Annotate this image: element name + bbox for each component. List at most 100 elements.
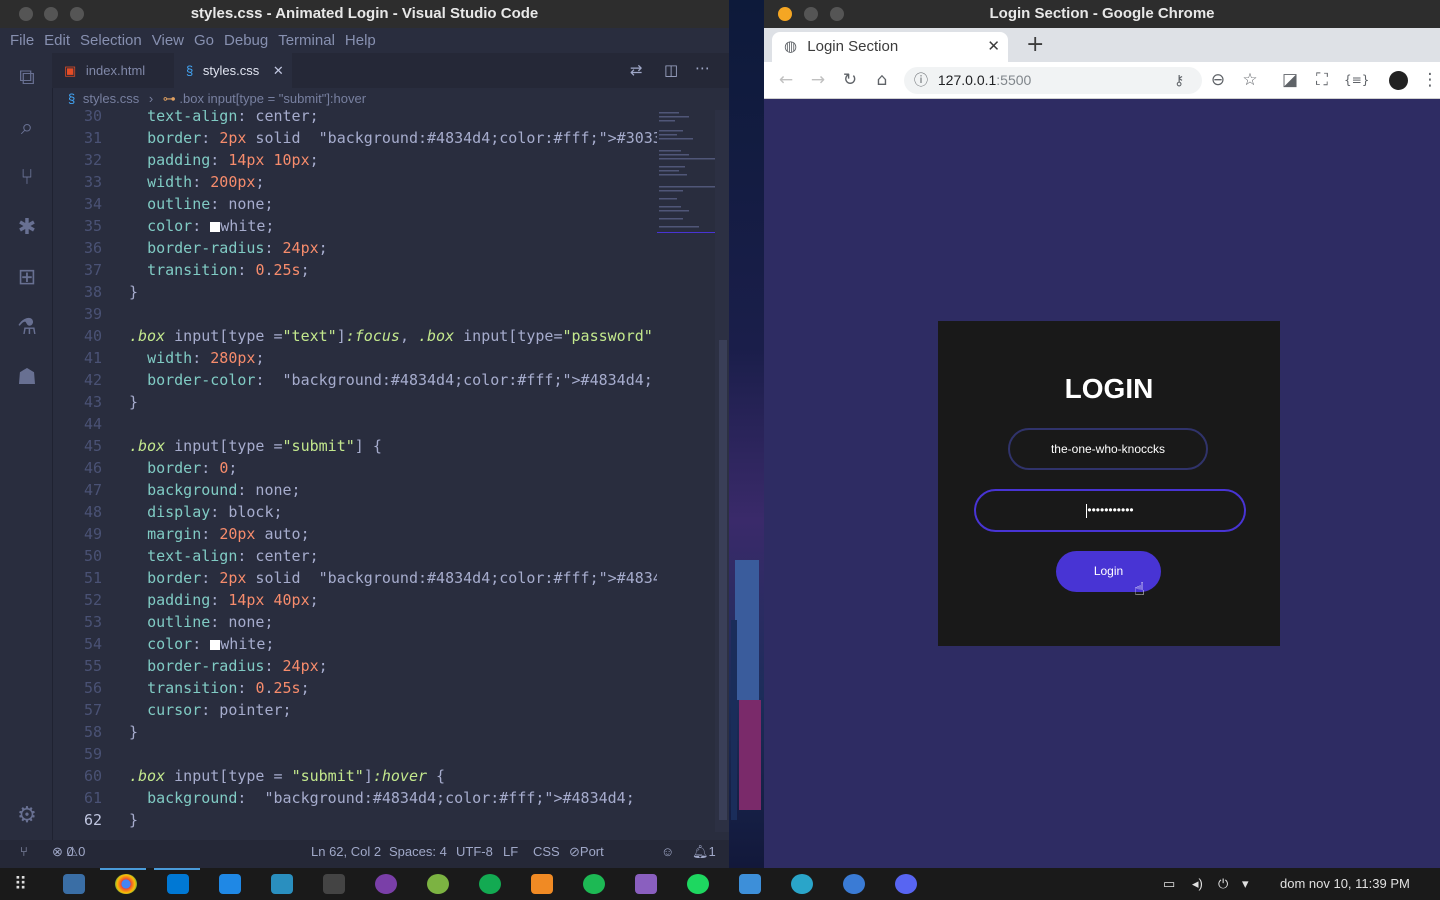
split-editor-icon[interactable]: ◫: [664, 61, 678, 79]
spotify-app-icon[interactable]: [687, 874, 709, 894]
screenshot-icon[interactable]: ⛶: [1312, 70, 1332, 90]
code-line[interactable]: 38}: [52, 281, 657, 303]
code-line[interactable]: 49 margin: 20px auto;: [52, 523, 657, 545]
minimize-window-button[interactable]: [44, 7, 58, 21]
code-line[interactable]: 52 padding: 14px 40px;: [52, 589, 657, 611]
code-line[interactable]: 47 background: none;: [52, 479, 657, 501]
menu-file[interactable]: File: [10, 32, 34, 49]
code-line[interactable]: 37 transition: 0.25s;: [52, 259, 657, 281]
cloud-app-icon[interactable]: [583, 874, 605, 894]
info-icon[interactable]: ⓘ: [914, 72, 928, 88]
menu-kebab-icon[interactable]: ⋮: [1420, 70, 1440, 90]
code-line[interactable]: 43}: [52, 391, 657, 413]
end-of-line[interactable]: LF: [503, 840, 518, 864]
vlc-app-icon[interactable]: [531, 874, 553, 894]
code-line[interactable]: 41 width: 280px;: [52, 347, 657, 369]
code-line[interactable]: 60 .box input[type = "submit"]:hover {: [52, 765, 657, 787]
code-editor[interactable]: 30 text-align: center; 31 border: 2px sol…: [52, 110, 657, 832]
breadcrumb-file[interactable]: styles.css: [83, 91, 139, 106]
software-center-icon[interactable]: [739, 874, 761, 894]
eclipse-app-icon[interactable]: [375, 874, 397, 894]
tab-styles-css[interactable]: § styles.css ✕: [174, 53, 292, 88]
code-line[interactable]: 40 .box input[type ="text"]:focus, .box i…: [52, 325, 657, 347]
download-manager-icon[interactable]: [791, 874, 813, 894]
minimap[interactable]: [657, 110, 715, 240]
debug-icon[interactable]: ✱: [14, 215, 40, 241]
close-tab-icon[interactable]: ✕: [987, 32, 1000, 62]
zoom-icon[interactable]: ⊖: [1208, 70, 1228, 90]
scrollbar-thumb[interactable]: [719, 340, 727, 820]
android-studio-icon[interactable]: [427, 874, 449, 894]
code-line[interactable]: 62}: [52, 809, 657, 831]
code-line[interactable]: 33 width: 200px;: [52, 171, 657, 193]
chevron-down-icon[interactable]: ▾: [1242, 868, 1249, 900]
problems-indicator[interactable]: ⊗ 0 ⚠ 0: [52, 840, 85, 864]
code-line[interactable]: 53 outline: none;: [52, 611, 657, 633]
brackets-app-icon[interactable]: [219, 874, 241, 894]
maximize-window-button[interactable]: [830, 7, 844, 21]
new-tab-button[interactable]: +: [1026, 32, 1044, 57]
mongodb-app-icon[interactable]: [479, 874, 501, 894]
password-input[interactable]: •••••••••••: [974, 489, 1246, 532]
menu-edit[interactable]: Edit: [44, 32, 70, 49]
code-line[interactable]: 34 outline: none;: [52, 193, 657, 215]
code-line[interactable]: 59: [52, 743, 657, 765]
gear-icon[interactable]: ⚙: [14, 803, 40, 829]
video-editor-icon[interactable]: [635, 874, 657, 894]
code-line[interactable]: 32 padding: 14px 10px;: [52, 149, 657, 171]
minimize-window-button[interactable]: [804, 7, 818, 21]
avatar[interactable]: [1389, 71, 1408, 90]
address-bar[interactable]: ⓘ 127.0.0.1:5500 ⚷: [904, 67, 1202, 94]
back-icon[interactable]: ←: [776, 70, 796, 90]
more-actions-icon[interactable]: ⋯: [695, 59, 710, 77]
clock[interactable]: dom nov 10, 11:39 PM: [1280, 868, 1410, 900]
screen-icon[interactable]: ▭: [1163, 868, 1175, 900]
home-icon[interactable]: ⌂: [872, 70, 892, 90]
discord-app-icon[interactable]: [895, 874, 917, 894]
menu-go[interactable]: Go: [194, 32, 214, 49]
code-line[interactable]: 45 .box input[type ="submit"] {: [52, 435, 657, 457]
tab-index-html[interactable]: ▣ index.html: [52, 53, 174, 88]
close-window-button[interactable]: [19, 7, 33, 21]
indentation[interactable]: Spaces: 4: [389, 840, 447, 864]
vscode-app-icon[interactable]: [167, 874, 189, 894]
code-line[interactable]: 35 color: white;: [52, 215, 657, 237]
menu-help[interactable]: Help: [345, 32, 376, 49]
username-input[interactable]: the-one-who-knoccks: [1008, 428, 1208, 470]
code-line[interactable]: 58}: [52, 721, 657, 743]
key-icon[interactable]: ⚷: [1174, 67, 1184, 94]
menu-selection[interactable]: Selection: [80, 32, 142, 49]
editor-scrollbar[interactable]: [715, 110, 729, 832]
explorer-icon[interactable]: ⧉: [14, 65, 40, 91]
code-line[interactable]: 54 color: white;: [52, 633, 657, 655]
tab-login-section[interactable]: ◍ Login Section ✕: [772, 32, 1008, 62]
language-mode[interactable]: CSS: [533, 840, 560, 864]
maximize-window-button[interactable]: [70, 7, 84, 21]
search-icon[interactable]: ⌕: [14, 115, 40, 141]
code-line[interactable]: 50 text-align: center;: [52, 545, 657, 567]
menu-view[interactable]: View: [152, 32, 184, 49]
terminal-app-icon[interactable]: [323, 874, 345, 894]
code-line[interactable]: 31 border: 2px solid "background:#4834d4…: [52, 127, 657, 149]
code-line[interactable]: 61 background: "background:#4834d4;color…: [52, 787, 657, 809]
code-line[interactable]: 30 text-align: center;: [52, 110, 657, 127]
app-grid-icon[interactable]: ⠿: [14, 874, 27, 895]
code-line[interactable]: 48 display: block;: [52, 501, 657, 523]
volume-icon[interactable]: ◂): [1192, 868, 1203, 900]
login-button[interactable]: Login: [1056, 551, 1161, 592]
menu-debug[interactable]: Debug: [224, 32, 268, 49]
docker-icon[interactable]: ☗: [14, 365, 40, 391]
files-app-icon[interactable]: [63, 874, 85, 894]
notifications-bell[interactable]: 🔔︎ 1: [692, 840, 716, 864]
menu-terminal[interactable]: Terminal: [278, 32, 335, 49]
code-line[interactable]: 55 border-radius: 24px;: [52, 655, 657, 677]
branch-icon[interactable]: ⑂: [20, 840, 28, 864]
forward-icon[interactable]: →: [808, 70, 828, 90]
extensions-icon[interactable]: ⊞: [14, 265, 40, 291]
code-line[interactable]: 46 border: 0;: [52, 457, 657, 479]
power-icon[interactable]: ⏻: [1218, 868, 1228, 900]
breadcrumb-symbol[interactable]: .box input[type = "submit"]:hover: [179, 91, 366, 106]
code-line[interactable]: 39: [52, 303, 657, 325]
sourcetree-app-icon[interactable]: [271, 874, 293, 894]
code-line[interactable]: 51 border: 2px solid "background:#4834d4…: [52, 567, 657, 589]
